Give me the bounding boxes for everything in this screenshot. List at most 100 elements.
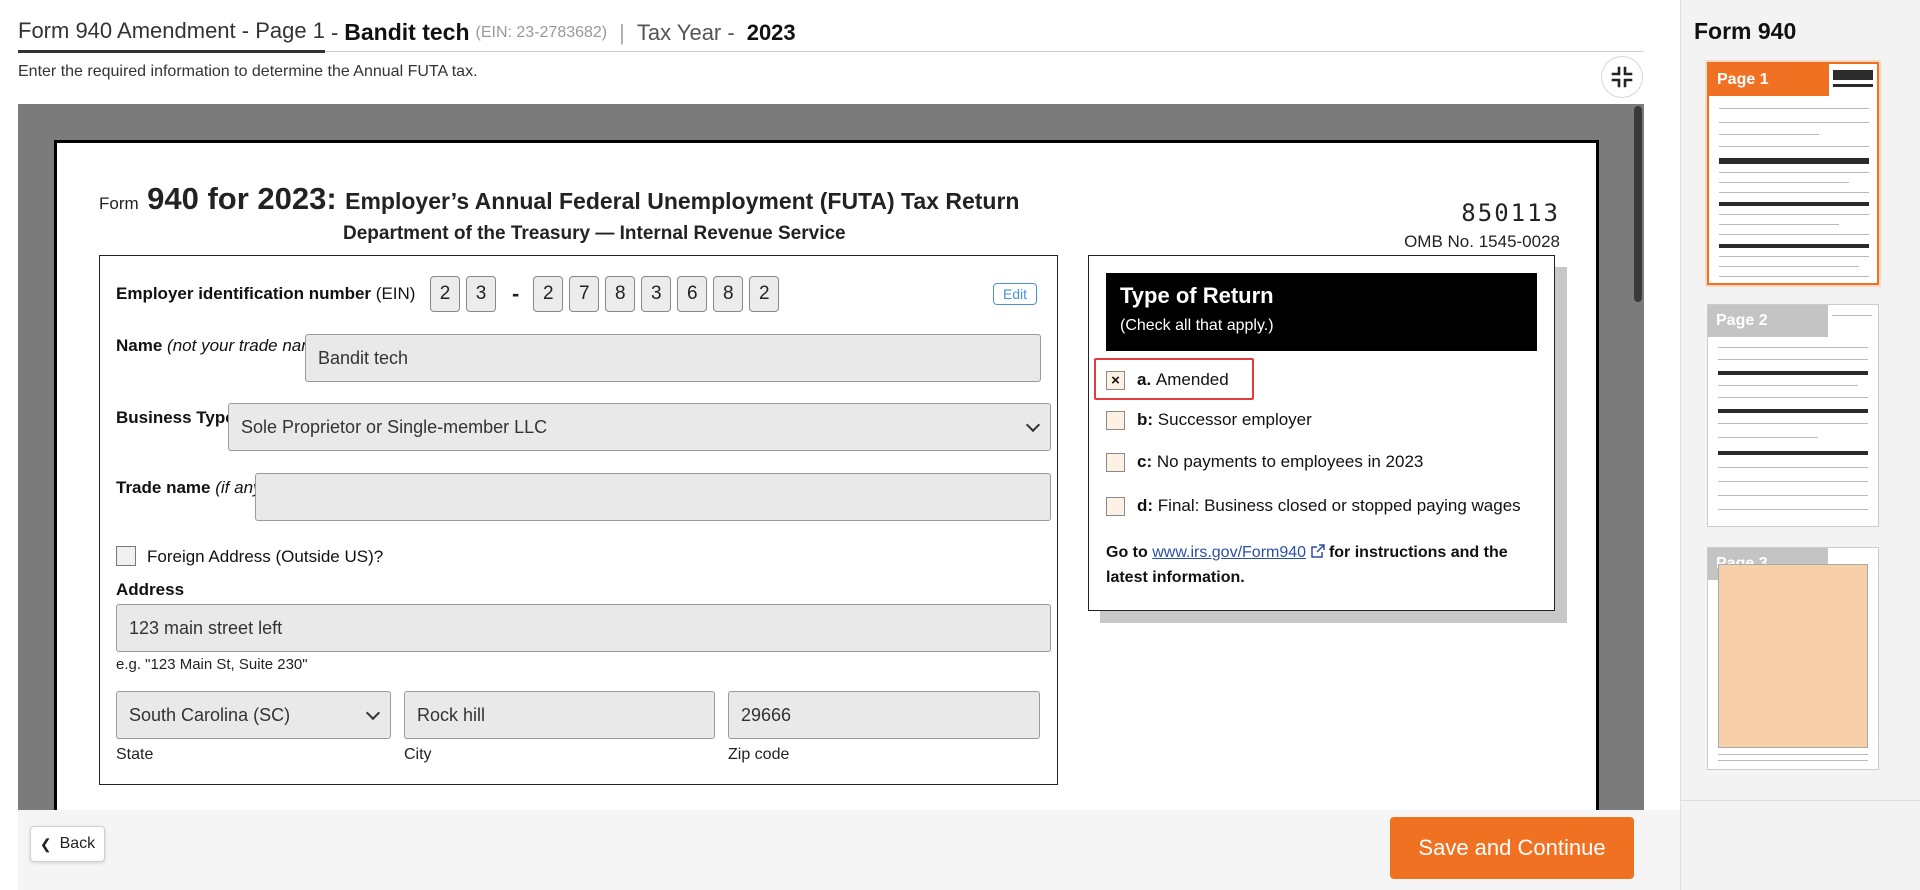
amended-checkbox[interactable]: × — [1106, 370, 1125, 390]
sidebar-title: Form 940 — [1694, 18, 1797, 44]
option-text: Successor employer — [1157, 410, 1312, 429]
form-omb-number: OMB No. 1545-0028 — [1404, 232, 1560, 251]
chevron-down-icon — [365, 705, 381, 720]
ein-label-suffix: (EIN) — [375, 284, 416, 303]
page-1-thumbnail[interactable]: Page 1 — [1707, 62, 1879, 285]
business-type-label-text: Business Type — [116, 408, 235, 427]
app-root: Form 940 Amendment - Page 1 - Bandit tec… — [0, 0, 1920, 890]
option-no-payments[interactable]: c: No payments to employees in 2023 — [1106, 452, 1423, 472]
state-label: State — [116, 746, 154, 763]
back-label: Back — [59, 835, 96, 852]
external-link-icon — [1310, 544, 1325, 558]
ein-digit: 8 — [713, 276, 744, 312]
option-successor-employer[interactable]: b: Successor employer — [1106, 410, 1312, 430]
irs-form940-link[interactable]: www.irs.gov/Form940 — [1152, 544, 1306, 561]
address-hint: e.g. "123 Main St, Suite 230" — [116, 656, 308, 673]
foreign-address-label: Foreign Address (Outside US)? — [147, 547, 384, 566]
page-3-thumbnail[interactable]: Page 3 — [1707, 547, 1879, 770]
final-checkbox[interactable] — [1106, 496, 1125, 516]
state-value: South Carolina (SC) — [129, 704, 291, 725]
business-type-value: Sole Proprietor or Single-member LLC — [241, 416, 548, 437]
ein-digit: 7 — [569, 276, 600, 312]
collapse-button[interactable] — [1601, 56, 1643, 98]
chevron-left-icon: ❮ — [39, 835, 52, 852]
state-select[interactable]: South Carolina (SC) — [116, 691, 391, 739]
trade-name-input[interactable] — [255, 473, 1051, 521]
address-label-text: Address — [116, 580, 185, 599]
address-label: Address — [116, 580, 184, 600]
form-viewer: Form 940 for 2023: Employer’s Annual Fed… — [18, 104, 1644, 810]
type-of-return-title: Type of Return — [1120, 283, 1274, 308]
foreign-address-checkbox[interactable] — [116, 546, 136, 566]
viewer-scrollbar[interactable] — [1634, 106, 1642, 302]
form-code: 850113 — [1461, 199, 1560, 227]
successor-checkbox[interactable] — [1106, 410, 1125, 430]
name-label: Name — [116, 336, 163, 355]
ein-boxes: 2 3 - 2 7 8 3 6 8 2 — [430, 276, 785, 312]
close-x-icon: × — [1111, 371, 1120, 389]
title-divider: | — [619, 19, 625, 45]
tax-year-value: 2023 — [746, 19, 796, 45]
business-type-label: Business Type — [116, 408, 235, 428]
form-heading: Form 940 for 2023: Employer’s Annual Fed… — [99, 181, 1019, 217]
type-of-return-subtitle: (Check all that apply.) — [1120, 317, 1274, 334]
option-text: No payments to employees in 2023 — [1156, 452, 1424, 471]
title-separator: - — [330, 19, 339, 45]
page-thumbnails-sidebar: Form 940 Page 1 Page 2 — [1680, 0, 1920, 890]
option-key: c: — [1137, 452, 1153, 471]
option-key: d: — [1137, 496, 1154, 515]
city-input[interactable]: Rock hill — [404, 691, 715, 739]
sidebar-divider — [1681, 800, 1920, 801]
save-and-continue-button[interactable]: Save and Continue — [1390, 817, 1634, 879]
form-940-sheet: Form 940 for 2023: Employer’s Annual Fed… — [54, 140, 1599, 810]
back-button[interactable]: ❮ Back — [30, 826, 105, 862]
option-amended[interactable]: × a. Amended — [1106, 370, 1229, 390]
page-title: Form 940 Amendment - Page 1 — [18, 12, 325, 53]
ein-digit: 3 — [466, 276, 496, 312]
main-panel: Form 940 Amendment - Page 1 - Bandit tec… — [0, 0, 1680, 890]
employer-info-box: Employer identification number (EIN) 2 3… — [99, 255, 1058, 785]
address-input[interactable]: 123 main street left — [116, 604, 1051, 652]
form-number: 940 for 2023: — [147, 181, 337, 216]
ein-digit: 8 — [605, 276, 636, 312]
ein-digit: 2 — [430, 276, 460, 312]
no-payments-checkbox[interactable] — [1106, 452, 1125, 472]
page-2-thumbnail[interactable]: Page 2 — [1707, 304, 1879, 527]
name-input[interactable]: Bandit tech — [305, 334, 1041, 382]
edit-ein-button[interactable]: Edit — [993, 283, 1037, 305]
title-bar: Form 940 Amendment - Page 1 - Bandit tec… — [18, 12, 1644, 53]
zip-label: Zip code — [728, 746, 790, 763]
page-1-label: Page 1 — [1709, 64, 1829, 96]
type-of-return-box: Type of Return (Check all that apply.) ×… — [1088, 255, 1555, 611]
ein-digit: 6 — [677, 276, 708, 312]
business-type-select[interactable]: Sole Proprietor or Single-member LLC — [228, 403, 1051, 451]
city-label: City — [404, 746, 432, 763]
tax-year-label: Tax Year - — [636, 19, 735, 45]
goto-prefix: Go to — [1106, 544, 1148, 561]
option-final[interactable]: d: Final: Business closed or stopped pay… — [1106, 496, 1521, 516]
ein-label-group: Employer identification number (EIN) — [116, 284, 415, 304]
type-of-return-header: Type of Return (Check all that apply.) — [1106, 273, 1537, 351]
instruction-text: Enter the required information to determ… — [18, 63, 478, 80]
page-2-label: Page 2 — [1708, 305, 1828, 337]
name-label-group: Name (not your trade name) — [116, 336, 331, 356]
ein-dash: - — [512, 281, 520, 306]
instructions-note: Go to www.irs.gov/Form940 for instructio… — [1106, 540, 1546, 590]
option-key: b: — [1137, 410, 1154, 429]
form-title: Employer’s Annual Federal Unemployment (… — [345, 188, 1020, 214]
collapse-icon — [1611, 66, 1633, 88]
ein-label: Employer identification number — [116, 284, 372, 303]
ein-digit: 3 — [641, 276, 672, 312]
form-word: Form — [99, 194, 139, 213]
chevron-down-icon — [1025, 417, 1041, 432]
trade-name-label-group: Trade name (if any) — [116, 478, 267, 498]
company-name: Bandit tech — [344, 19, 470, 45]
option-text: Final: Business closed or stopped paying… — [1157, 496, 1521, 515]
ein-digit: 2 — [749, 276, 780, 312]
trade-name-label: Trade name — [116, 478, 211, 497]
option-text: Amended — [1155, 370, 1229, 389]
zip-input[interactable]: 29666 — [728, 691, 1040, 739]
footer-bar: ❮ Back Save and Continue — [18, 810, 1680, 890]
company-ein: (EIN: 23-2783682) — [475, 23, 608, 41]
ein-digit: 2 — [533, 276, 564, 312]
